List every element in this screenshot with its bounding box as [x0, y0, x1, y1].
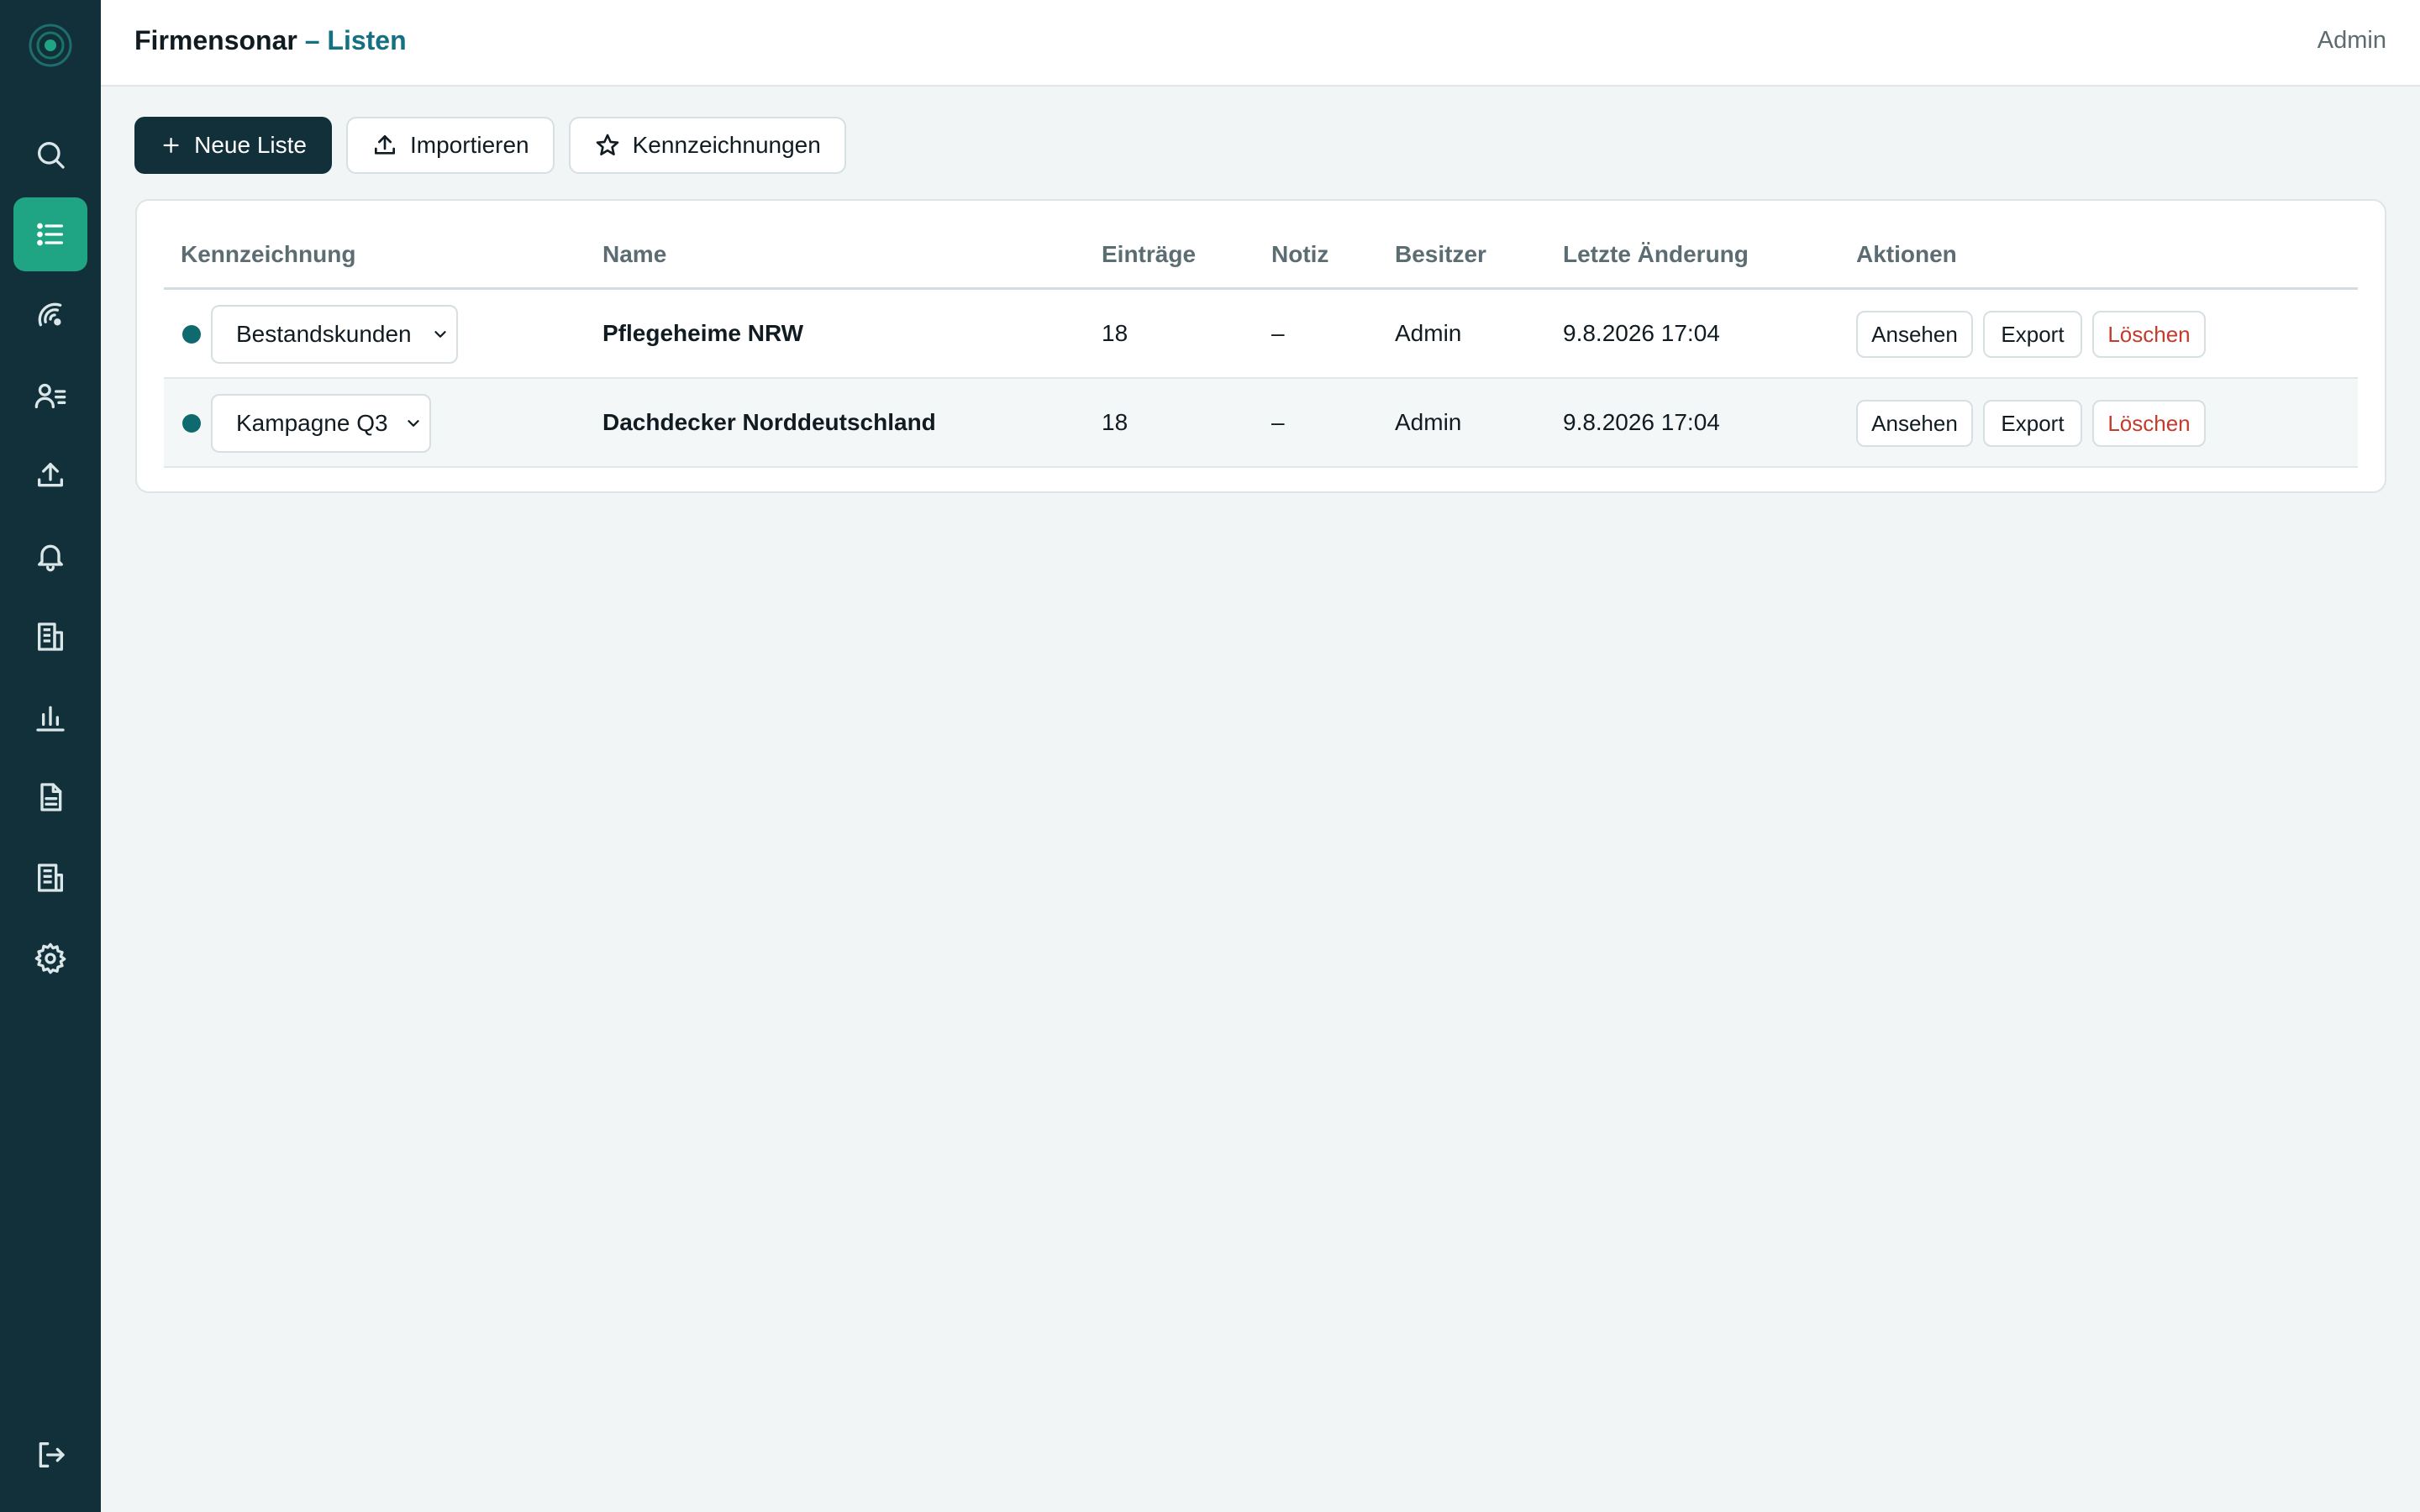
sidebar-item-radar[interactable]	[13, 278, 87, 352]
labels-button[interactable]: Kennzeichnungen	[568, 117, 846, 174]
chevron-down-icon	[434, 331, 446, 338]
sidebar-item-search[interactable]	[13, 118, 87, 192]
search-icon	[38, 142, 65, 169]
labels-label: Kennzeichnungen	[632, 132, 821, 158]
delete-button[interactable]: Löschen	[2092, 400, 2206, 447]
new-list-label: Neue Liste	[194, 132, 307, 158]
sidebar-item-companies[interactable]	[13, 600, 87, 674]
toolbar: Neue Liste Importieren Kennzeichnungen	[134, 117, 846, 174]
star-icon	[596, 134, 618, 155]
sidebar-item-company-records[interactable]	[13, 841, 87, 915]
radar-icon	[38, 302, 62, 327]
modified-value: 9.8.2026 17:04	[1563, 409, 1720, 435]
delete-button[interactable]: Löschen	[2092, 311, 2206, 358]
sidebar-item-documents[interactable]	[13, 760, 87, 834]
top-header: Firmensonar – Listen Admin	[101, 0, 2420, 87]
label-color-dot	[182, 414, 201, 433]
plus-icon	[163, 137, 179, 154]
table-row: Bestandskunden Pflegeheime NRW 18 – Admi…	[164, 290, 2358, 379]
import-label: Importieren	[410, 132, 529, 158]
upload-icon	[38, 463, 64, 487]
label-select-value: Bestandskunden	[236, 321, 412, 347]
logo-icon	[29, 24, 72, 67]
label-color-dot	[182, 325, 201, 344]
label-select-value: Kampagne Q3	[236, 410, 388, 436]
list-name[interactable]: Pflegeheime NRW	[602, 290, 803, 377]
sidebar	[0, 0, 101, 1512]
export-button[interactable]: Export	[1983, 400, 2082, 447]
logout-button[interactable]	[13, 1418, 87, 1492]
new-list-button[interactable]: Neue Liste	[134, 117, 332, 174]
list-name[interactable]: Dachdecker Norddeutschland	[602, 379, 936, 466]
logout-icon	[39, 1442, 65, 1467]
chevron-down-icon	[408, 420, 419, 427]
table-header: Kennzeichnung Name Einträge Notiz Besitz…	[164, 201, 2358, 290]
bar-chart-icon	[36, 706, 65, 732]
note-value: –	[1271, 409, 1285, 435]
sidebar-item-settings[interactable]	[13, 921, 87, 995]
owner-value: Admin	[1395, 409, 1462, 435]
owner-value: Admin	[1395, 320, 1462, 346]
view-button[interactable]: Ansehen	[1856, 400, 1973, 447]
column-header-owner[interactable]: Besitzer	[1395, 241, 1486, 268]
document-icon	[40, 783, 62, 811]
bell-icon	[38, 544, 64, 572]
import-button[interactable]: Importieren	[346, 117, 555, 174]
column-header-modified[interactable]: Letzte Änderung	[1563, 241, 1749, 268]
label-select[interactable]: Kampagne Q3	[211, 394, 431, 453]
contacts-icon	[34, 383, 66, 408]
column-header-actions: Aktionen	[1856, 241, 1957, 267]
page-title: Firmensonar – Listen	[134, 25, 407, 56]
title-separator: –	[297, 25, 328, 55]
sidebar-item-lists[interactable]	[13, 197, 87, 271]
sidebar-item-notifications[interactable]	[13, 519, 87, 593]
gear-icon	[34, 942, 66, 974]
table-row: Kampagne Q3 Dachdecker Norddeutschland 1…	[164, 379, 2358, 468]
view-button[interactable]: Ansehen	[1856, 311, 1973, 358]
column-header-name[interactable]: Name	[602, 241, 666, 268]
sidebar-item-contacts[interactable]	[13, 359, 87, 433]
list-icon	[37, 223, 64, 246]
column-header-label[interactable]: Kennzeichnung	[181, 241, 355, 268]
column-header-entries[interactable]: Einträge	[1102, 241, 1196, 268]
sidebar-item-upload[interactable]	[13, 438, 87, 512]
company-icon	[38, 864, 63, 892]
entries-count: 18	[1102, 320, 1128, 346]
label-select[interactable]: Bestandskunden	[211, 305, 458, 364]
logo	[25, 20, 76, 71]
export-button[interactable]: Export	[1983, 311, 2082, 358]
upload-icon	[375, 135, 395, 155]
lists-table-card: Kennzeichnung Name Einträge Notiz Besitz…	[135, 199, 2386, 493]
user-menu[interactable]: Admin	[2317, 27, 2386, 55]
note-value: –	[1271, 320, 1285, 346]
column-header-note[interactable]: Notiz	[1271, 241, 1328, 268]
sidebar-item-statistics[interactable]	[13, 680, 87, 754]
entries-count: 18	[1102, 409, 1128, 435]
section-name: Listen	[327, 25, 407, 55]
building-icon	[38, 622, 63, 651]
app-name: Firmensonar	[134, 25, 297, 55]
modified-value: 9.8.2026 17:04	[1563, 320, 1720, 346]
